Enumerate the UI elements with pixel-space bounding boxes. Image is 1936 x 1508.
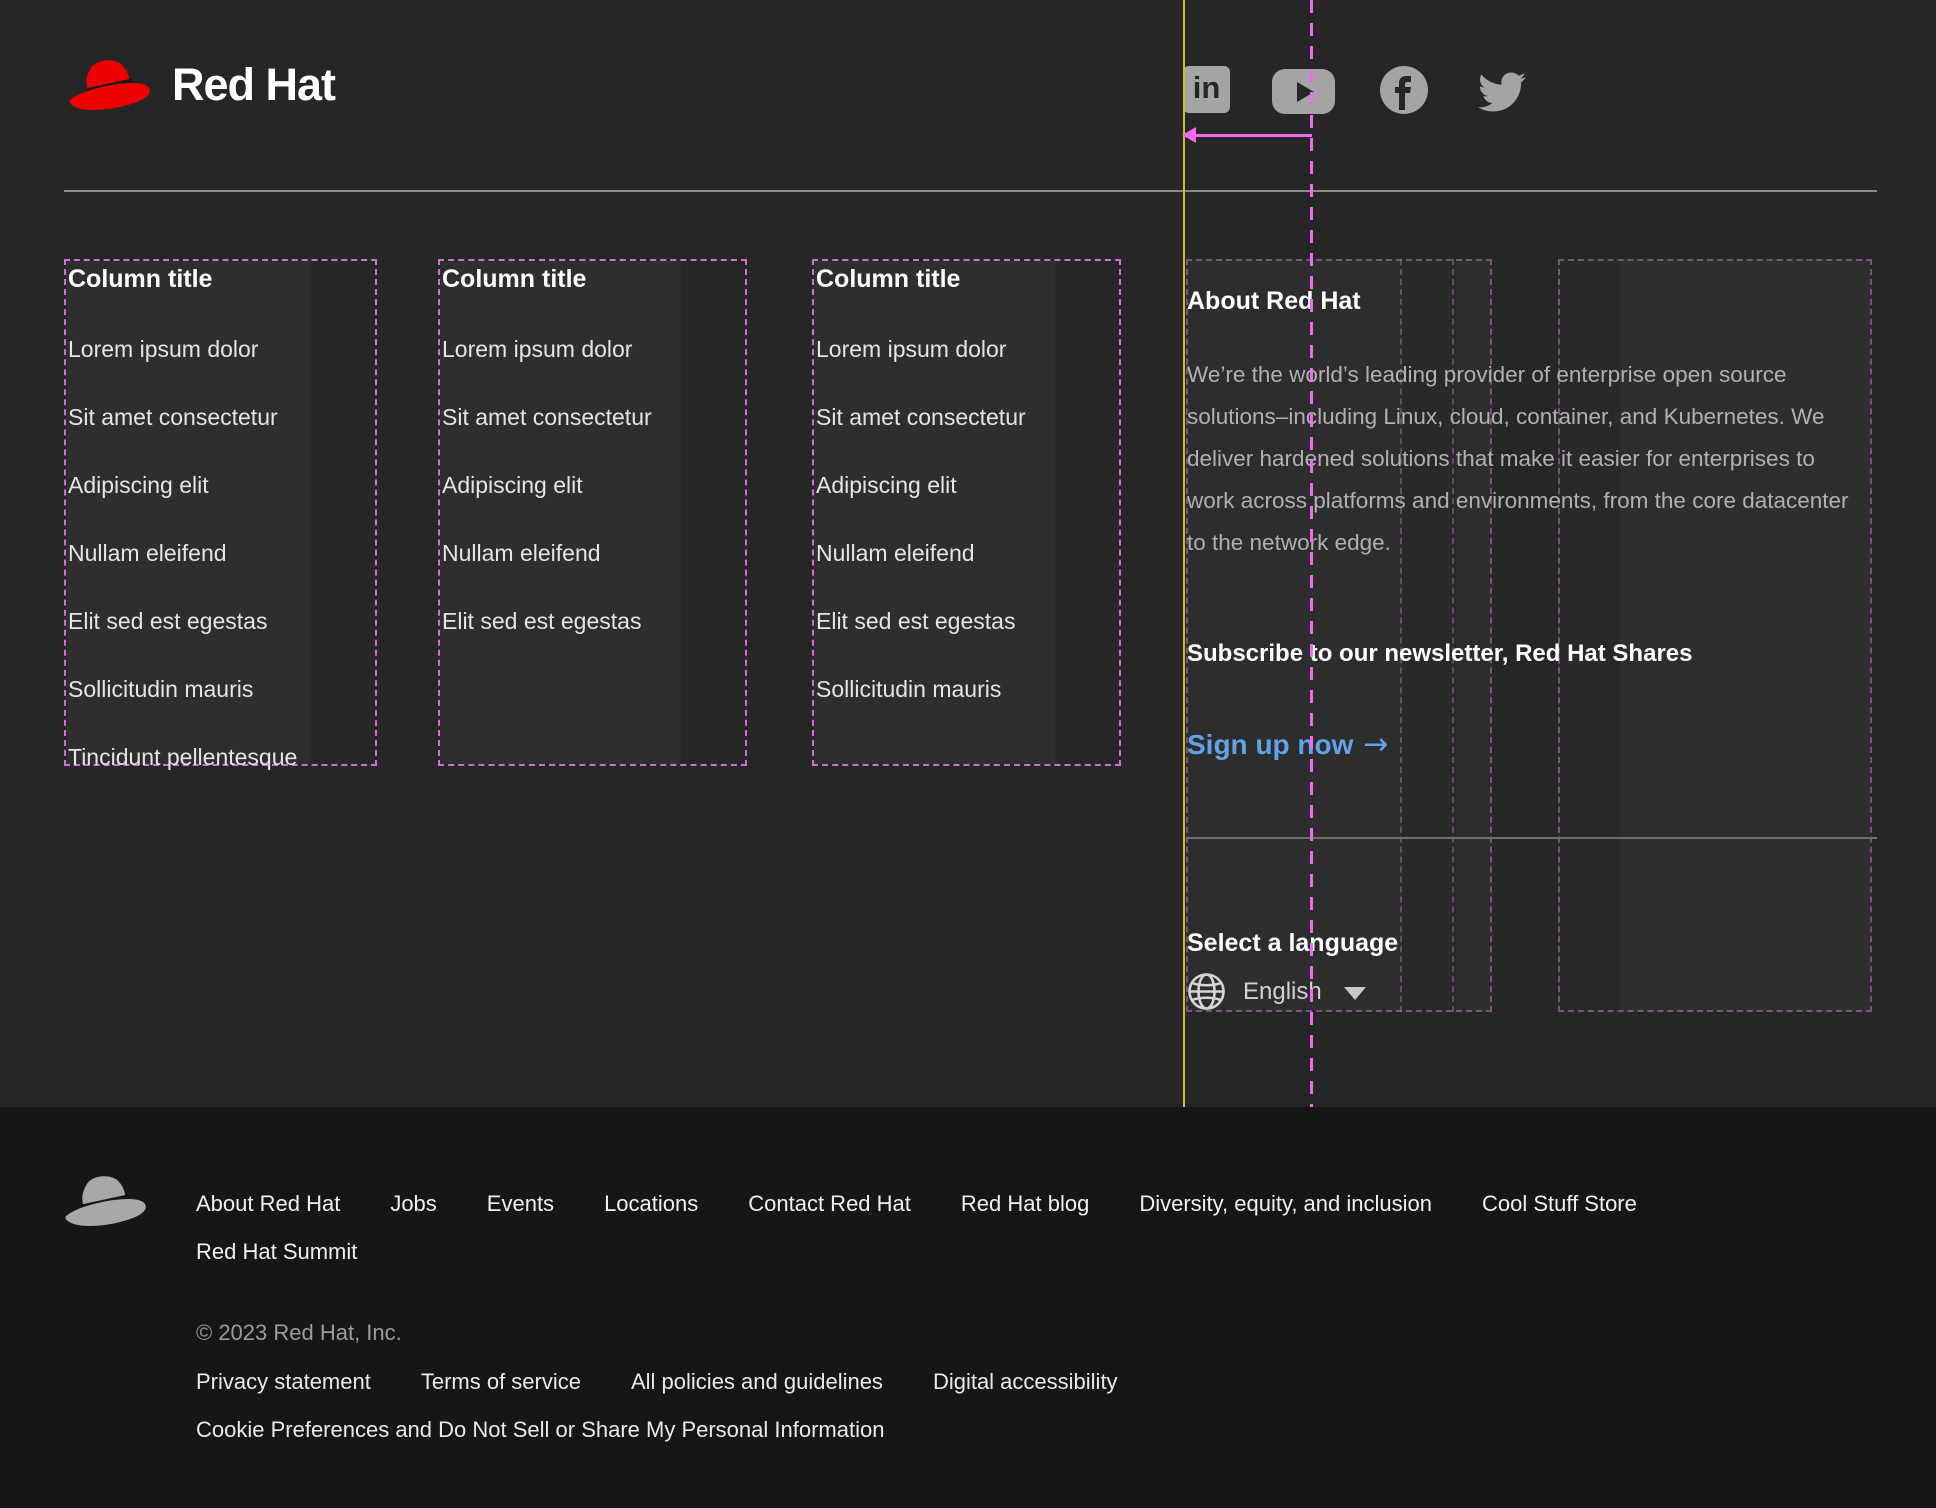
about-description: We’re the world’s leading provider of en… <box>1187 361 1849 555</box>
globe-icon <box>1188 973 1225 1010</box>
column-link[interactable]: Tincidunt pellentesque <box>68 743 375 771</box>
arrow-right-icon: → <box>1363 727 1389 762</box>
link-column: Column title Lorem ipsum dolor Sit amet co… <box>438 259 747 766</box>
legal-link[interactable]: Privacy statement <box>196 1368 371 1396</box>
footer-nav-link[interactable]: Diversity, equity, and inclusion <box>1139 1190 1432 1218</box>
footer-nav-link[interactable]: Red Hat blog <box>961 1190 1089 1218</box>
column-title: Column title <box>816 265 961 293</box>
column-link[interactable]: Sollicitudin mauris <box>816 675 1119 703</box>
guide-measure-arrow <box>1182 127 1312 143</box>
cookie-preferences-link[interactable]: Cookie Preferences and Do Not Sell or Sh… <box>196 1416 884 1444</box>
red-hat-fedora-icon <box>69 60 150 110</box>
column-link[interactable]: Elit sed est egestas <box>816 607 1119 635</box>
column-link[interactable]: Sit amet consectetur <box>816 403 1119 431</box>
legal-link[interactable]: Digital accessibility <box>933 1368 1118 1396</box>
column-link[interactable]: Adipiscing elit <box>68 471 375 499</box>
sign-up-label: Sign up now <box>1187 729 1354 760</box>
footer-nav-link[interactable]: Cool Stuff Store <box>1482 1190 1637 1218</box>
column-link[interactable]: Sit amet consectetur <box>68 403 375 431</box>
about-title: About Red Hat <box>1187 287 1361 315</box>
legal-footer: About Red Hat Jobs Events Locations Contact … <box>0 1107 1936 1508</box>
column-link[interactable]: Sollicitudin mauris <box>68 675 375 703</box>
footer-nav: About Red Hat Jobs Events Locations Contact … <box>196 1190 1836 1266</box>
social-links: in <box>1183 66 1543 118</box>
column-link[interactable]: Elit sed est egestas <box>442 607 745 635</box>
guide-magenta-dashed-line <box>1310 0 1313 1107</box>
link-column: Column title Lorem ipsum dolor Sit amet co… <box>812 259 1121 766</box>
footer-nav-link[interactable]: Locations <box>604 1190 698 1218</box>
column-link[interactable]: Adipiscing elit <box>816 471 1119 499</box>
redhat-footer-spec: Red Hat in Column title Lorem ipsum dolor… <box>0 0 1936 1508</box>
column-link[interactable]: Adipiscing elit <box>442 471 745 499</box>
legal-link[interactable]: All policies and guidelines <box>631 1368 883 1396</box>
header-divider <box>64 190 1877 192</box>
column-link[interactable]: Lorem ipsum dolor <box>442 335 745 363</box>
youtube-icon[interactable] <box>1272 69 1335 114</box>
column-link[interactable]: Nullam eleifend <box>442 539 745 567</box>
column-link[interactable]: Lorem ipsum dolor <box>68 335 375 363</box>
column-link[interactable]: Lorem ipsum dolor <box>816 335 1119 363</box>
footer-nav-link[interactable]: Events <box>487 1190 554 1218</box>
column-link-list: Lorem ipsum dolor Sit amet consectetur Adi… <box>816 335 1119 703</box>
legal-link[interactable]: Terms of service <box>421 1368 581 1396</box>
facebook-icon[interactable] <box>1380 66 1428 114</box>
twitter-icon[interactable] <box>1473 68 1531 116</box>
column-title: Column title <box>442 265 587 293</box>
column-title: Column title <box>68 265 213 293</box>
footer-nav-link[interactable]: About Red Hat <box>196 1190 340 1218</box>
footer-nav-link[interactable]: Jobs <box>390 1190 436 1218</box>
column-link-list: Lorem ipsum dolor Sit amet consectetur Adi… <box>442 335 745 635</box>
brand-wordmark: Red Hat <box>172 59 336 110</box>
arrow-left-head <box>1182 127 1196 143</box>
footer-nav-link[interactable]: Red Hat Summit <box>196 1238 357 1266</box>
link-column: Column title Lorem ipsum dolor Sit amet co… <box>64 259 377 770</box>
about-divider <box>1186 837 1877 839</box>
column-link[interactable]: Sit amet consectetur <box>442 403 745 431</box>
language-title: Select a language <box>1187 929 1399 957</box>
language-selector[interactable]: English <box>1186 971 1366 1012</box>
footer-nav-link[interactable]: Contact Red Hat <box>748 1190 911 1218</box>
sign-up-now-link[interactable]: Sign up now → <box>1187 727 1389 762</box>
red-hat-logo[interactable]: Red Hat <box>64 50 336 120</box>
gray-fedora-icon <box>65 1176 146 1226</box>
legal-links: Privacy statement Terms of service All pol… <box>196 1368 1118 1396</box>
column-link-list: Lorem ipsum dolor Sit amet consectetur Adi… <box>68 335 375 771</box>
copyright-text: © 2023 Red Hat, Inc. <box>196 1320 402 1345</box>
newsletter-subscribe-text: Subscribe to our newsletter, Red Hat Sha… <box>1187 640 1693 667</box>
linkedin-icon[interactable]: in <box>1183 66 1230 113</box>
guide-yellow-line <box>1183 0 1185 1107</box>
column-link[interactable]: Nullam eleifend <box>816 539 1119 567</box>
column-link[interactable]: Elit sed est egestas <box>68 607 375 635</box>
column-link[interactable]: Nullam eleifend <box>68 539 375 567</box>
caret-down-icon <box>1343 987 1366 1000</box>
